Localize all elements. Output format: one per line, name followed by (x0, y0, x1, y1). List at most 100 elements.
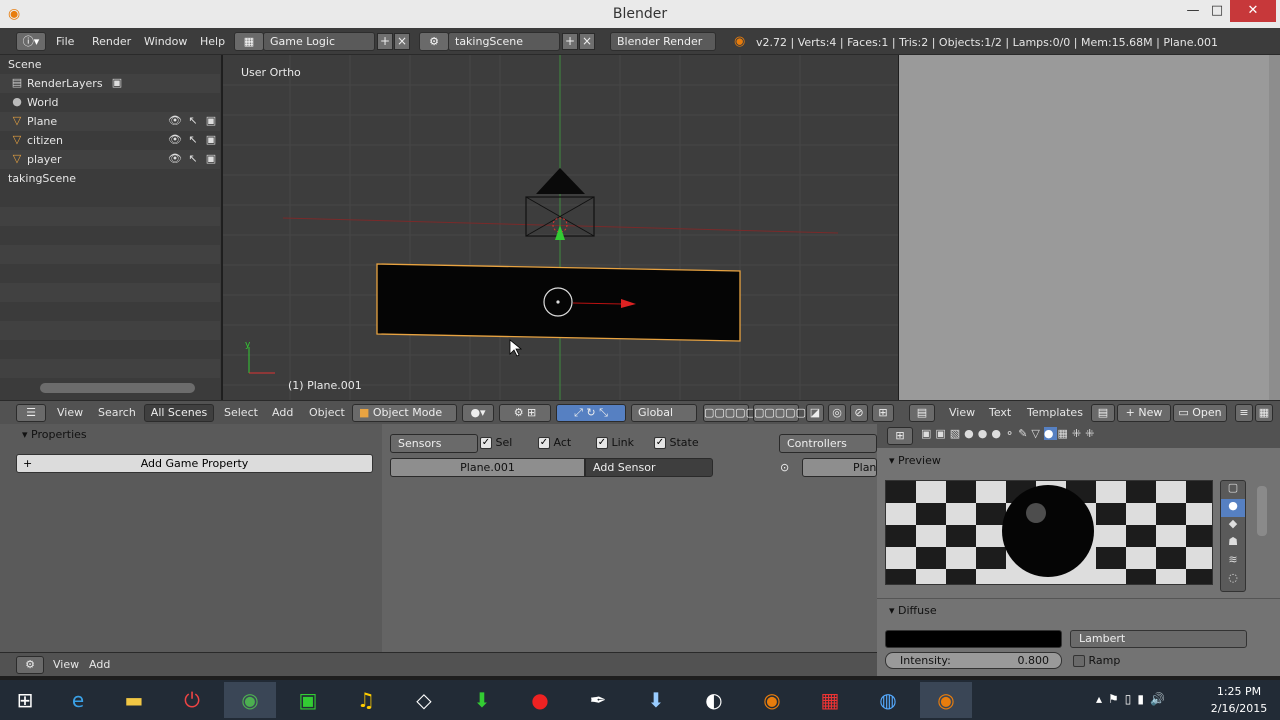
word-wrap-icon[interactable]: ▦ (1255, 404, 1273, 422)
link-checkbox[interactable]: ✓ Link (596, 436, 634, 449)
outliner-item-world[interactable]: ● World (0, 93, 220, 112)
outliner-item-player[interactable]: ▽ player 👁 ↖ ▣ (0, 150, 220, 169)
outliner-item-scene[interactable]: Scene (0, 55, 220, 74)
properties-editor-type-icon[interactable]: ⊞ (887, 427, 913, 445)
monkey-preview-icon[interactable]: ☗ (1221, 535, 1245, 553)
outliner-editor-type-icon[interactable]: ☰ (16, 404, 46, 422)
delete-scene-icon[interactable]: × (579, 33, 595, 50)
controller-object-field[interactable]: Plane (802, 458, 877, 477)
sensor-object-field[interactable]: Plane.001 (390, 458, 585, 477)
proportional-edit-icon[interactable]: ◎ (828, 404, 846, 422)
outliner-item-renderlayers[interactable]: ▤ RenderLayers ▣ (0, 74, 220, 93)
flat-preview-icon[interactable]: ▢ (1221, 481, 1245, 499)
hair-preview-icon[interactable]: ≋ (1221, 553, 1245, 571)
inkscape-icon[interactable]: ✒ (572, 682, 624, 718)
viewport-menu-select[interactable]: Select (224, 406, 258, 419)
layers-group-2[interactable]: ▢▢▢▢▢ (753, 404, 806, 422)
outliner-item-plane[interactable]: ▽ Plane 👁 ↖ ▣ (0, 112, 220, 131)
act-checkbox[interactable]: ✓ Act (538, 436, 571, 449)
sensors-select[interactable]: Sensors (390, 434, 478, 453)
text-new-button[interactable]: + New (1117, 404, 1171, 422)
clock-time[interactable]: 1:25 PM (1198, 685, 1280, 698)
line-numbers-icon[interactable]: ≡ (1235, 404, 1253, 422)
controllers-select[interactable]: Controllers (779, 434, 877, 453)
logic-menu-add[interactable]: Add (89, 658, 110, 671)
viewport-menu-add[interactable]: Add (272, 406, 293, 419)
start-button[interactable]: ⊞ (0, 682, 50, 718)
add-sensor-select[interactable]: Add Sensor (585, 458, 713, 477)
state-checkbox[interactable]: ✓ State (654, 436, 699, 449)
screen-layout-icon[interactable]: ▦ (234, 32, 264, 51)
3d-viewport[interactable]: User Ortho y (1) Plane.001 (223, 55, 898, 400)
snap-icon[interactable]: ⊘ (850, 404, 868, 422)
context-tabs[interactable]: ▣▣▧●●●⚬✎▽●▦⁜⁜ (921, 427, 1147, 445)
text-menu-text[interactable]: Text (989, 406, 1011, 419)
render-preview-icon[interactable]: ⊞ (872, 404, 894, 422)
close-button[interactable]: ✕ (1230, 0, 1276, 22)
sky-preview-icon[interactable]: ◌ (1221, 571, 1245, 589)
menu-help[interactable]: Help (200, 35, 225, 48)
mode-select[interactable]: ■ Object Mode (352, 404, 457, 422)
file-explorer-icon[interactable]: ▬ (108, 682, 160, 718)
properties-scrollbar[interactable] (1257, 486, 1267, 536)
scene-icon[interactable]: ⚙ (419, 32, 449, 51)
add-screen-icon[interactable]: + (377, 33, 393, 50)
scene-field[interactable]: takingScene (448, 32, 560, 51)
menu-window[interactable]: Window (144, 35, 187, 48)
text-editor-scrollbar[interactable] (1269, 55, 1280, 400)
render-engine-select[interactable]: Blender Render (610, 32, 716, 51)
render-camera-icon[interactable]: ▣ (204, 152, 218, 166)
text-editor[interactable] (899, 55, 1280, 400)
text-menu-view[interactable]: View (949, 406, 975, 419)
visibility-eye-icon[interactable]: 👁 (168, 152, 182, 166)
outliner-display-select[interactable]: All Scenes (144, 404, 214, 422)
eclipse-icon[interactable]: ◍ (862, 682, 914, 718)
render-camera-icon[interactable]: ▣ (204, 133, 218, 147)
record-app-icon[interactable]: ● (514, 682, 566, 718)
text-browse-icon[interactable]: ▤ (1091, 404, 1115, 422)
menu-file[interactable]: File (56, 35, 74, 48)
select-arrow-icon[interactable]: ↖ (186, 152, 200, 166)
power-app-icon[interactable]: ⏻ (166, 682, 218, 718)
add-game-property-button[interactable]: + Add Game Property (16, 454, 373, 473)
layers-group-1[interactable]: ▢▢▢▢▢ (703, 404, 756, 422)
delete-screen-icon[interactable]: × (394, 33, 410, 50)
chrome-icon[interactable]: ◉ (224, 682, 276, 718)
ramp-checkbox[interactable]: Ramp (1073, 654, 1120, 667)
text-editor-type-icon[interactable]: ▤ (909, 404, 935, 422)
select-arrow-icon[interactable]: ↖ (186, 133, 200, 147)
headphones-app-icon[interactable]: ♫ (340, 682, 392, 718)
internet-explorer-icon[interactable]: e (52, 682, 104, 718)
blender-taskbar-icon-2[interactable]: ◉ (920, 682, 972, 718)
menu-render[interactable]: Render (92, 35, 131, 48)
outliner-scrollbar[interactable] (40, 383, 195, 393)
viewport-menu-object[interactable]: Object (309, 406, 345, 419)
controller-state-icon[interactable]: ⊙ (780, 461, 789, 474)
unity-icon[interactable]: ◇ (398, 682, 450, 718)
add-scene-icon[interactable]: + (562, 33, 578, 50)
shading-select[interactable]: ●▾ (462, 404, 494, 422)
select-arrow-icon[interactable]: ↖ (186, 114, 200, 128)
download-app-icon[interactable]: ⬇ (456, 682, 508, 718)
outliner-item-takingscene[interactable]: takingScene (0, 169, 220, 188)
maximize-button[interactable]: □ (1200, 0, 1234, 22)
layer-lock-icon[interactable]: ◪ (806, 404, 824, 422)
sel-checkbox[interactable]: ✓ Sel (480, 436, 512, 449)
material-tab-icon[interactable]: ● (1043, 427, 1058, 440)
obs-icon[interactable]: ◐ (688, 682, 740, 718)
visibility-eye-icon[interactable]: 👁 (168, 133, 182, 147)
render-camera-icon[interactable]: ▣ (204, 114, 218, 128)
blender-taskbar-icon-1[interactable]: ◉ (746, 682, 798, 718)
preview-type-buttons[interactable]: ▢ ● ◆ ☗ ≋ ◌ (1220, 480, 1246, 592)
cube-preview-icon[interactable]: ◆ (1221, 517, 1245, 535)
network-app-icon[interactable]: ⬇ (630, 682, 682, 718)
intensity-slider[interactable]: Intensity: 0.800 (885, 652, 1062, 669)
diffuse-shader-select[interactable]: Lambert (1070, 630, 1247, 648)
diffuse-color-swatch[interactable] (885, 630, 1062, 648)
logic-menu-view[interactable]: View (53, 658, 79, 671)
screen-layout-field[interactable]: Game Logic (263, 32, 375, 51)
clock-date[interactable]: 2/16/2015 (1198, 702, 1280, 715)
pivot-select[interactable]: ⚙ ⊞ (499, 404, 551, 422)
orientation-select[interactable]: Global (631, 404, 697, 422)
outliner-item-citizen[interactable]: ▽ citizen 👁 ↖ ▣ (0, 131, 220, 150)
